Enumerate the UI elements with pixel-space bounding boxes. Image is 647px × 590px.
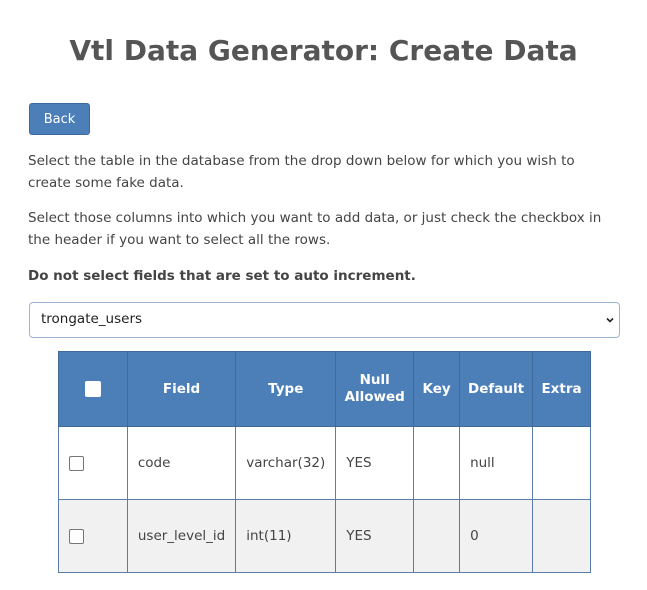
null-allowed-line2: Allowed [344,389,405,405]
row-select-cell [58,499,128,573]
row-checkbox[interactable] [69,455,84,471]
table-select-value: trongate_users [41,311,143,327]
column-header-default: Default [459,351,534,427]
table-select-dropdown[interactable]: trongate_users [29,302,620,338]
page-title: Vtl Data Generator: Create Data [69,34,578,67]
instruction-paragraph-1: Select the table in the database from th… [28,153,575,191]
cell-default: null [459,426,534,500]
instruction-paragraph-2: Select those columns into which you want… [28,210,602,248]
cell-extra [532,426,591,500]
cell-key [413,426,461,500]
table-row: user_level_id int(11) YES 0 [58,499,591,573]
null-allowed-line1: Null [359,372,390,388]
auto-increment-warning: Do not select fields that are set to aut… [28,268,416,284]
table-header-row: Field Type Null Allowed Key Default Extr… [58,351,591,427]
cell-key [413,499,461,573]
column-header-field: Field [126,351,237,427]
cell-default: 0 [459,499,534,573]
column-header-type: Type [235,351,337,427]
cell-type: varchar(32) [235,426,337,500]
cell-null: YES [335,499,415,573]
table-row: code varchar(32) YES null [58,426,591,500]
column-header-extra: Extra [532,351,591,427]
select-all-checkbox[interactable] [84,380,101,397]
select-all-header [58,351,128,427]
cell-field: code [126,426,237,500]
back-button[interactable]: Back [29,103,90,135]
chevron-down-icon [606,317,614,323]
column-header-key: Key [413,351,461,427]
column-header-null-allowed: Null Allowed [335,351,415,427]
cell-extra [532,499,591,573]
cell-null: YES [335,426,415,500]
row-select-cell [58,426,128,500]
fields-table: Field Type Null Allowed Key Default Extr… [58,351,591,573]
cell-type: int(11) [235,499,337,573]
cell-field: user_level_id [126,499,237,573]
row-checkbox[interactable] [69,528,84,544]
